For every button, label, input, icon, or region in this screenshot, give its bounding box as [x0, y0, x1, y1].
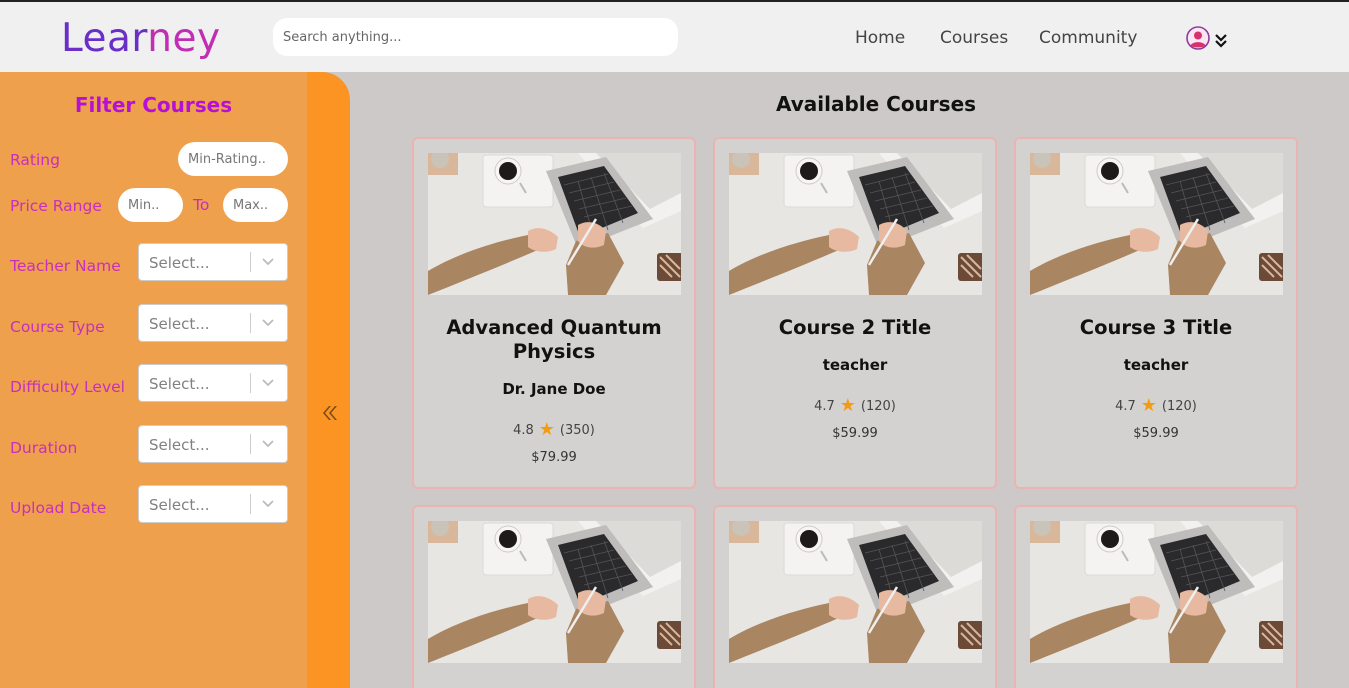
- collapse-sidebar-icon[interactable]: [320, 403, 338, 423]
- search-input[interactable]: [273, 18, 678, 56]
- price-max-input[interactable]: [223, 188, 288, 222]
- course-card[interactable]: Advanced Quantum Physics Dr. Jane Doe 4.…: [412, 137, 696, 489]
- select-placeholder: Select...: [149, 436, 210, 454]
- rating-value: 4.7: [814, 399, 835, 414]
- rating-label: Rating: [10, 151, 60, 169]
- course-card[interactable]: [1014, 505, 1298, 688]
- course-title: Advanced Quantum Physics: [446, 316, 662, 363]
- course-type-label: Course Type: [10, 318, 105, 336]
- filter-sidebar: Filter Courses Rating Price Range To Tea…: [0, 72, 350, 688]
- rating-count: (120): [860, 399, 896, 414]
- course-card[interactable]: Course 3 Title teacher 4.7 ★ (120) $59.99: [1014, 137, 1298, 489]
- course-price: $59.99: [1133, 426, 1179, 441]
- course-teacher: Dr. Jane Doe: [502, 380, 606, 398]
- difficulty-level-label: Difficulty Level: [10, 378, 125, 396]
- nav-home[interactable]: Home: [855, 27, 905, 49]
- filter-panel: Filter Courses Rating Price Range To Tea…: [0, 72, 307, 688]
- price-min-input[interactable]: [118, 188, 183, 222]
- rating-value: 4.7: [1115, 399, 1136, 414]
- difficulty-level-select[interactable]: Select...: [138, 364, 288, 402]
- course-rating: 4.7 ★ (120): [1016, 394, 1296, 416]
- nav-courses[interactable]: Courses: [940, 27, 1008, 49]
- select-placeholder: Select...: [149, 375, 210, 393]
- course-thumbnail: [428, 153, 681, 295]
- duration-label: Duration: [10, 439, 78, 457]
- rating-value: 4.8: [513, 423, 534, 438]
- nav-community[interactable]: Community: [1039, 27, 1137, 49]
- select-separator: [250, 434, 251, 454]
- select-separator: [250, 373, 251, 393]
- course-thumbnail: [428, 521, 681, 663]
- course-teacher: teacher: [1123, 356, 1189, 374]
- select-placeholder: Select...: [149, 254, 210, 272]
- course-thumbnail: [1030, 153, 1283, 295]
- duration-select[interactable]: Select...: [138, 425, 288, 463]
- logo[interactable]: Learney: [61, 17, 221, 61]
- course-teacher: teacher: [822, 356, 888, 374]
- star-icon: ★: [538, 419, 555, 440]
- upload-date-select[interactable]: Select...: [138, 485, 288, 523]
- chevron-down-icon: [262, 500, 274, 508]
- chevron-down-icon: [262, 258, 274, 266]
- course-rating: 4.8 ★ (350): [414, 418, 694, 440]
- upload-date-label: Upload Date: [10, 499, 107, 517]
- select-separator: [250, 494, 251, 514]
- star-icon: ★: [839, 395, 856, 416]
- chevron-down-icon: [262, 319, 274, 327]
- top-navbar: Learney Home Courses Community: [0, 2, 1349, 72]
- select-placeholder: Select...: [149, 496, 210, 514]
- rating-count: (120): [1161, 399, 1197, 414]
- filter-title: Filter Courses: [74, 93, 233, 117]
- course-card[interactable]: Course 2 Title teacher 4.7 ★ (120) $59.99: [713, 137, 997, 489]
- course-rating: 4.7 ★ (120): [715, 394, 995, 416]
- chevron-down-icon: [262, 440, 274, 448]
- price-to-label: To: [193, 196, 210, 214]
- course-title: Course 2 Title: [778, 316, 932, 339]
- double-chevron-down-icon[interactable]: [1214, 31, 1228, 49]
- user-avatar-icon[interactable]: [1186, 26, 1210, 50]
- teacher-name-select[interactable]: Select...: [138, 243, 288, 281]
- course-price: $59.99: [832, 426, 878, 441]
- course-price: $79.99: [531, 450, 577, 465]
- main-title: Available Courses: [775, 92, 977, 116]
- logo-text: Learney: [61, 16, 221, 61]
- star-icon: ★: [1140, 395, 1157, 416]
- course-thumbnail: [729, 153, 982, 295]
- select-separator: [250, 313, 251, 333]
- price-range-label: Price Range: [10, 197, 102, 215]
- course-type-select[interactable]: Select...: [138, 304, 288, 342]
- select-placeholder: Select...: [149, 315, 210, 333]
- course-card[interactable]: [713, 505, 997, 688]
- min-rating-input[interactable]: [178, 142, 288, 176]
- teacher-name-label: Teacher Name: [10, 257, 121, 275]
- rating-count: (350): [559, 423, 595, 438]
- course-title: Course 3 Title: [1079, 316, 1233, 339]
- chevron-down-icon: [262, 379, 274, 387]
- course-card[interactable]: [412, 505, 696, 688]
- select-separator: [250, 252, 251, 272]
- course-thumbnail: [1030, 521, 1283, 663]
- course-thumbnail: [729, 521, 982, 663]
